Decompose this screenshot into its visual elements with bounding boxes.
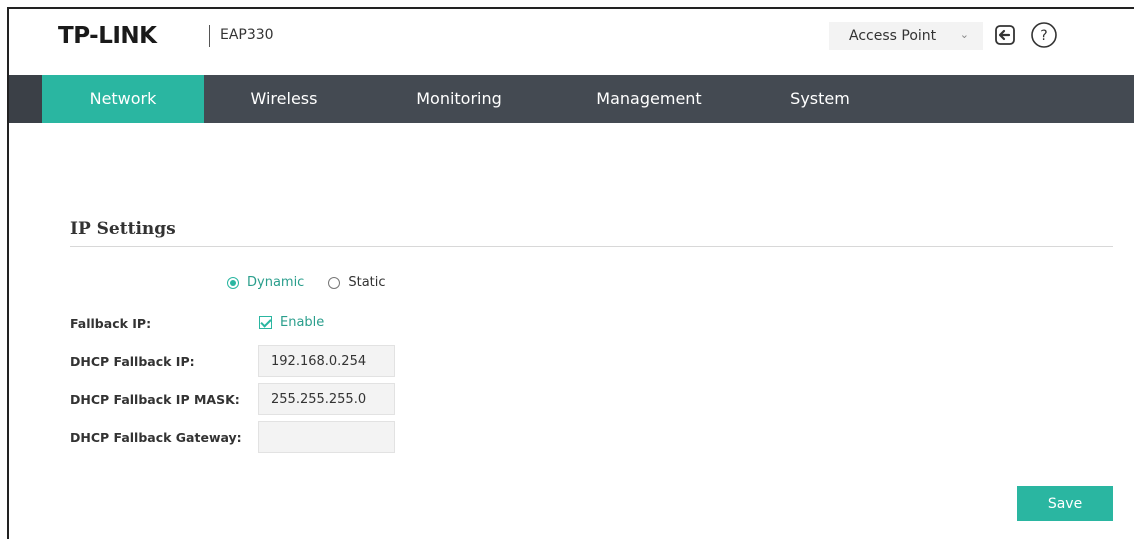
app-window: TP-LINK EAP330 Access Point ⌄ ? Network … xyxy=(7,7,1134,539)
fallback-ip-label: Fallback IP: xyxy=(70,316,152,331)
tab-monitoring[interactable]: Monitoring xyxy=(394,75,524,123)
fallback-ip-checkbox-label[interactable]: Enable xyxy=(280,315,324,330)
header: TP-LINK EAP330 Access Point ⌄ ? xyxy=(9,9,1134,75)
dhcp-fallback-ip-label: DHCP Fallback IP: xyxy=(70,354,195,369)
dynamic-radio-label[interactable]: Dynamic xyxy=(247,275,304,290)
mode-select[interactable]: Access Point ⌄ xyxy=(829,22,983,50)
dhcp-fallback-mask-input[interactable] xyxy=(258,383,395,415)
section-title: IP Settings xyxy=(70,219,176,239)
tab-management[interactable]: Management xyxy=(579,75,719,123)
fallback-ip-checkbox[interactable] xyxy=(259,316,272,329)
svg-text:?: ? xyxy=(1040,28,1047,44)
mode-select-value: Access Point xyxy=(849,28,937,44)
logout-icon[interactable] xyxy=(993,23,1017,47)
dhcp-fallback-ip-input[interactable] xyxy=(258,345,395,377)
dhcp-fallback-gateway-input[interactable] xyxy=(258,421,395,453)
tab-wireless[interactable]: Wireless xyxy=(219,75,349,123)
chevron-down-icon: ⌄ xyxy=(959,28,969,41)
brand-logo: TP-LINK xyxy=(58,23,157,49)
tab-network[interactable]: Network xyxy=(42,75,204,123)
nav-edge xyxy=(9,75,42,123)
main-nav: Network Wireless Monitoring Management S… xyxy=(9,75,1134,123)
fallback-ip-enable[interactable]: Enable xyxy=(259,315,324,330)
static-radio-label[interactable]: Static xyxy=(348,275,385,290)
save-button[interactable]: Save xyxy=(1017,486,1113,521)
model-name: EAP330 xyxy=(220,27,274,43)
logo-divider xyxy=(209,25,210,47)
dhcp-fallback-gateway-label: DHCP Fallback Gateway: xyxy=(70,430,242,445)
tab-system[interactable]: System xyxy=(765,75,875,123)
ip-mode-radio-group: Dynamic Static xyxy=(227,275,386,290)
section-divider xyxy=(70,246,1113,247)
dhcp-fallback-mask-label: DHCP Fallback IP MASK: xyxy=(70,392,240,407)
static-radio[interactable] xyxy=(328,276,341,289)
dynamic-radio[interactable] xyxy=(227,276,239,289)
help-icon[interactable]: ? xyxy=(1030,21,1058,49)
